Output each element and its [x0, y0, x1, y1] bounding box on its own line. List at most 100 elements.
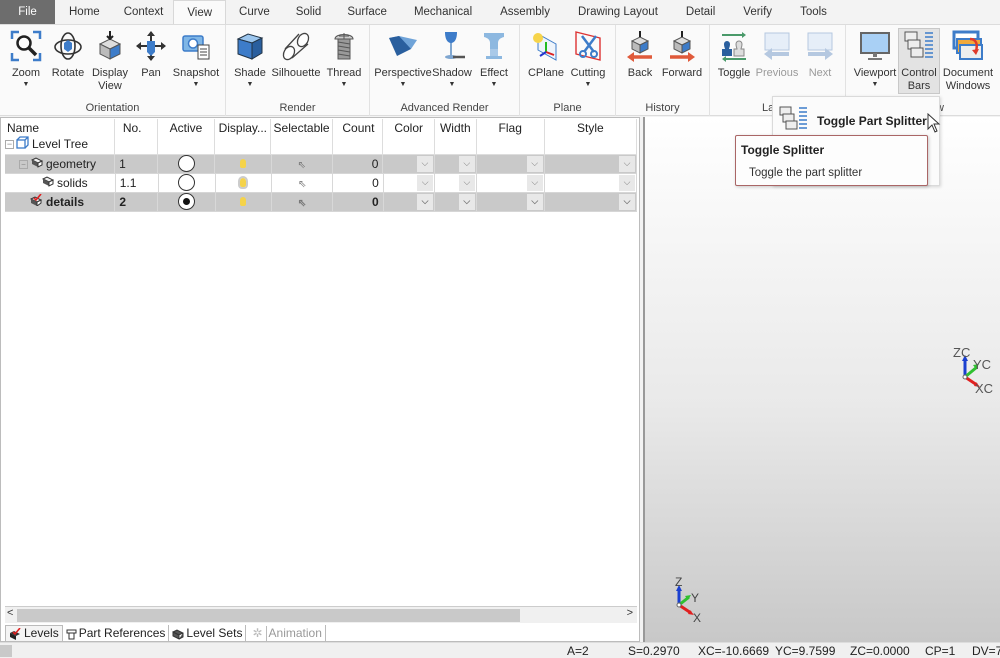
chevron-down-icon[interactable]: ⌵: [526, 175, 543, 191]
chevron-down-icon[interactable]: ⌵: [526, 194, 543, 210]
scrollbar-thumb[interactable]: [17, 609, 520, 622]
cplane-button[interactable]: CPlane: [526, 29, 566, 80]
col-header-display[interactable]: Display...: [215, 119, 272, 154]
tab-solid[interactable]: Solid: [283, 0, 335, 24]
rotate-button[interactable]: Rotate: [48, 29, 88, 80]
col-header-active[interactable]: Active: [158, 119, 216, 154]
chevron-down-icon: ▼: [22, 81, 30, 88]
col-header-no[interactable]: No.: [115, 119, 158, 154]
chevron-down-icon[interactable]: ⌵: [416, 156, 433, 172]
chevron-down-icon[interactable]: ⌵: [458, 175, 475, 191]
col-header-width[interactable]: Width: [435, 119, 477, 154]
scroll-left-icon[interactable]: <: [7, 607, 13, 619]
color-dropdown[interactable]: ⌵: [384, 174, 436, 192]
active-radio[interactable]: [178, 174, 196, 192]
level-tree-icon: [16, 136, 30, 152]
style-dropdown[interactable]: ⌵: [545, 193, 637, 211]
tab-home[interactable]: Home: [55, 0, 114, 24]
chevron-down-icon[interactable]: ⌵: [458, 156, 475, 172]
display-view-icon: [93, 29, 127, 63]
chevron-down-icon[interactable]: ⌵: [526, 156, 543, 172]
snapshot-button[interactable]: Snapshot ▼: [172, 29, 220, 90]
width-dropdown[interactable]: ⌵: [435, 155, 477, 173]
thread-button[interactable]: Thread ▼: [324, 29, 364, 90]
tab-part-references[interactable]: Part References: [63, 625, 170, 642]
tab-drawing-layout[interactable]: Drawing Layout: [564, 0, 672, 24]
style-dropdown[interactable]: ⌵: [545, 174, 637, 192]
tab-level-sets[interactable]: Level Sets: [169, 625, 247, 642]
display-bulb-icon[interactable]: [238, 176, 249, 189]
col-header-flag[interactable]: Flag: [477, 119, 545, 154]
flag-dropdown[interactable]: ⌵: [477, 193, 545, 211]
table-row[interactable]: solids 1.1 ⇖ 0 ⌵ ⌵ ⌵ ⌵: [5, 174, 637, 193]
control-bars-button[interactable]: Control Bars: [898, 28, 940, 94]
scroll-right-icon[interactable]: >: [627, 607, 633, 619]
color-dropdown[interactable]: ⌵: [383, 155, 435, 173]
document-windows-button[interactable]: Document Windows: [942, 29, 994, 93]
chevron-down-icon[interactable]: ⌵: [619, 175, 635, 191]
collapse-icon[interactable]: −: [5, 139, 14, 149]
chevron-down-icon[interactable]: ⌵: [417, 194, 434, 210]
tab-levels[interactable]: Levels: [5, 625, 63, 642]
chevron-down-icon[interactable]: ⌵: [618, 156, 635, 172]
perspective-icon: [386, 29, 420, 63]
chevron-down-icon[interactable]: ⌵: [458, 194, 475, 210]
display-bulb-icon[interactable]: [240, 197, 247, 206]
width-dropdown[interactable]: ⌵: [435, 174, 477, 192]
selectable-cursor-icon[interactable]: ⇖: [298, 198, 306, 209]
flag-dropdown[interactable]: ⌵: [477, 155, 545, 173]
tab-mechanical[interactable]: Mechanical: [400, 0, 486, 24]
toggle-button[interactable]: Toggle: [716, 29, 752, 80]
table-row[interactable]: details 2 ⇖ 0 ⌵ ⌵ ⌵ ⌵: [5, 193, 637, 212]
col-header-style[interactable]: Style: [545, 119, 637, 154]
active-radio-selected[interactable]: [177, 193, 195, 211]
tree-root-row[interactable]: − Level Tree: [5, 135, 88, 153]
level-tree-label: Level Tree: [32, 137, 89, 151]
col-header-color[interactable]: Color: [383, 119, 435, 154]
selectable-cursor-icon[interactable]: ⇖: [298, 179, 306, 190]
tab-context[interactable]: Context: [114, 0, 174, 24]
display-view-button[interactable]: Display View: [88, 29, 132, 93]
graphics-viewport[interactable]: ZC YC XC Z Y X: [643, 117, 1000, 642]
toggle-part-splitter-menu-item[interactable]: Toggle Part Splitter: [779, 105, 927, 136]
table-row[interactable]: − geometry 1 ⇖ 0 ⌵ ⌵ ⌵ ⌵: [5, 155, 637, 174]
cutting-button[interactable]: Cutting ▼: [568, 29, 608, 90]
toggle-label: Toggle: [717, 67, 751, 79]
previous-button[interactable]: Previous: [756, 29, 798, 80]
color-dropdown[interactable]: ⌵: [384, 193, 436, 211]
tab-view[interactable]: View: [173, 0, 227, 24]
col-header-count[interactable]: Count: [333, 119, 384, 154]
chevron-down-icon[interactable]: ⌵: [417, 175, 434, 191]
effect-button[interactable]: Effect ▼: [476, 29, 512, 90]
selectable-cursor-icon[interactable]: ⇖: [298, 160, 306, 171]
next-button[interactable]: Next: [804, 29, 836, 80]
horizontal-scrollbar[interactable]: < >: [5, 606, 637, 623]
display-bulb-icon[interactable]: [239, 159, 246, 168]
active-radio[interactable]: [177, 155, 195, 173]
pan-icon: [134, 29, 168, 63]
collapse-icon[interactable]: −: [19, 159, 28, 169]
col-header-selectable[interactable]: Selectable: [271, 119, 333, 154]
pan-button[interactable]: Pan: [134, 29, 168, 80]
perspective-button[interactable]: Perspective ▼: [374, 29, 432, 90]
tab-curve[interactable]: Curve: [226, 0, 283, 24]
shade-button[interactable]: Shade ▼: [232, 29, 268, 90]
tab-animation[interactable]: ✲ Animation: [246, 625, 326, 642]
flag-dropdown[interactable]: ⌵: [477, 174, 545, 192]
shadow-button[interactable]: Shadow ▼: [432, 29, 472, 90]
tab-assembly[interactable]: Assembly: [486, 0, 564, 24]
tab-surface[interactable]: Surface: [334, 0, 400, 24]
back-button[interactable]: Back: [622, 29, 658, 80]
silhouette-button[interactable]: Silhouette: [271, 29, 321, 80]
part-references-icon: [66, 629, 77, 639]
style-dropdown[interactable]: ⌵: [545, 155, 637, 173]
chevron-down-icon[interactable]: ⌵: [619, 194, 635, 210]
tab-file[interactable]: File: [0, 0, 55, 24]
viewport-button[interactable]: Viewport ▼: [852, 29, 898, 90]
tab-verify[interactable]: Verify: [729, 0, 786, 24]
tab-tools[interactable]: Tools: [786, 0, 841, 24]
zoom-button[interactable]: Zoom ▼: [6, 29, 46, 90]
forward-button[interactable]: Forward: [660, 29, 704, 80]
width-dropdown[interactable]: ⌵: [435, 193, 477, 211]
tab-detail[interactable]: Detail: [672, 0, 729, 24]
